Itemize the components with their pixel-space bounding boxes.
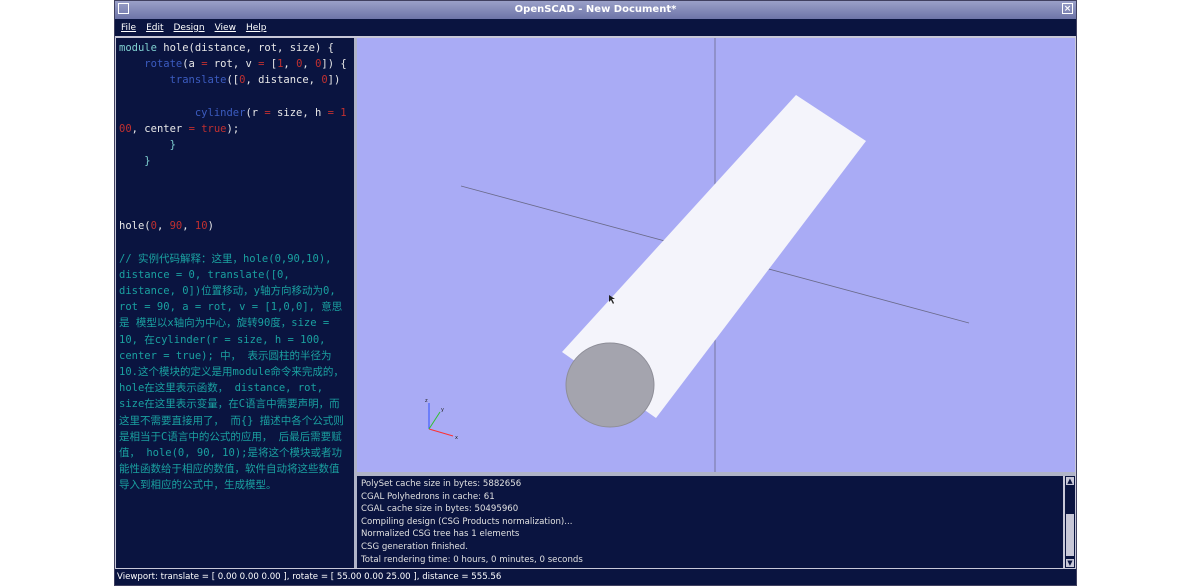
- code-text: rot, v: [207, 58, 259, 71]
- code-text: [: [264, 58, 278, 71]
- menu-edit[interactable]: Edit: [146, 23, 163, 33]
- axis-label-y: y: [441, 407, 444, 413]
- console-line: Total rendering time: 0 hours, 0 minutes…: [361, 554, 583, 565]
- axis-label-x: x: [455, 435, 458, 441]
- menu-file[interactable]: File: [121, 23, 136, 33]
- code-text: ): [207, 220, 214, 233]
- code-boolean: true: [194, 123, 227, 136]
- console-line: CGAL Polyhedrons in cache: 61: [361, 491, 495, 502]
- code-editor[interactable]: module hole(distance, rot, size) { rotat…: [116, 38, 354, 568]
- code-brace: }: [144, 155, 151, 168]
- code-function-call: hole: [119, 220, 145, 233]
- code-function: translate: [169, 74, 227, 87]
- code-comment: // 实例代码解释：这里，hole(0,90,10), distance = 0…: [119, 252, 344, 492]
- scroll-thumb[interactable]: [1066, 514, 1074, 556]
- menu-design[interactable]: Design: [174, 23, 205, 33]
- menu-help[interactable]: Help: [246, 23, 267, 33]
- code-number: 00: [119, 123, 132, 136]
- status-bar: Viewport: translate = [ 0.00 0.00 0.00 ]…: [115, 569, 1076, 585]
- title-bar[interactable]: OpenSCAD - New Document* ×: [115, 1, 1076, 19]
- axis-label-z: z: [425, 398, 428, 404]
- menu-view[interactable]: View: [215, 23, 236, 33]
- code-keyword: module: [119, 42, 157, 54]
- 3d-viewport[interactable]: z y x: [357, 38, 1075, 472]
- code-text: (r: [245, 106, 265, 119]
- openscad-window: OpenSCAD - New Document* × File Edit Des…: [114, 0, 1077, 586]
- code-text: hole(distance, rot, size) {: [156, 42, 334, 54]
- code-text: , center: [131, 123, 189, 136]
- code-text: ,: [302, 58, 316, 71]
- code-text: size, h: [270, 106, 328, 119]
- menu-bar: File Edit Design View Help: [115, 19, 1076, 36]
- axis-indicator: z y x: [425, 398, 458, 441]
- code-text: ,: [156, 220, 170, 233]
- console-line: CSG generation finished.: [361, 541, 468, 552]
- close-icon[interactable]: ×: [1062, 3, 1073, 14]
- console-scrollbar[interactable]: ▲ ▼: [1064, 476, 1075, 568]
- code-number: 1: [333, 106, 347, 119]
- cylinder-end-cap: [565, 342, 655, 428]
- console-line: Normalized CSG tree has 1 elements: [361, 529, 520, 540]
- scroll-down-icon[interactable]: ▼: [1066, 559, 1074, 567]
- scroll-up-icon[interactable]: ▲: [1066, 477, 1074, 485]
- code-text: );: [226, 123, 240, 136]
- code-brace: }: [169, 139, 176, 152]
- code-function: cylinder: [194, 106, 246, 119]
- code-function: rotate: [144, 58, 183, 71]
- code-text: ]): [327, 74, 341, 87]
- window-title: OpenSCAD - New Document*: [514, 4, 677, 15]
- viewport-canvas: z y x: [425, 38, 970, 472]
- code-number: 10: [194, 220, 208, 233]
- code-text: ,: [182, 220, 195, 233]
- code-text: (a: [182, 58, 202, 71]
- console-line: CGAL cache size in bytes: 50495960: [361, 504, 519, 515]
- console-line: PolySet cache size in bytes: 5882656: [361, 479, 522, 489]
- code-text: ,: [283, 58, 297, 71]
- console-line: Compiling design (CSG Products normaliza…: [361, 516, 573, 527]
- console-output[interactable]: PolySet cache size in bytes: 5882656 CGA…: [357, 476, 1063, 568]
- code-text: , distance,: [245, 74, 322, 87]
- code-text: ]) {: [321, 58, 347, 71]
- window-menu-button[interactable]: [118, 3, 129, 14]
- code-text: ([: [226, 74, 240, 87]
- code-number: 90: [169, 220, 183, 233]
